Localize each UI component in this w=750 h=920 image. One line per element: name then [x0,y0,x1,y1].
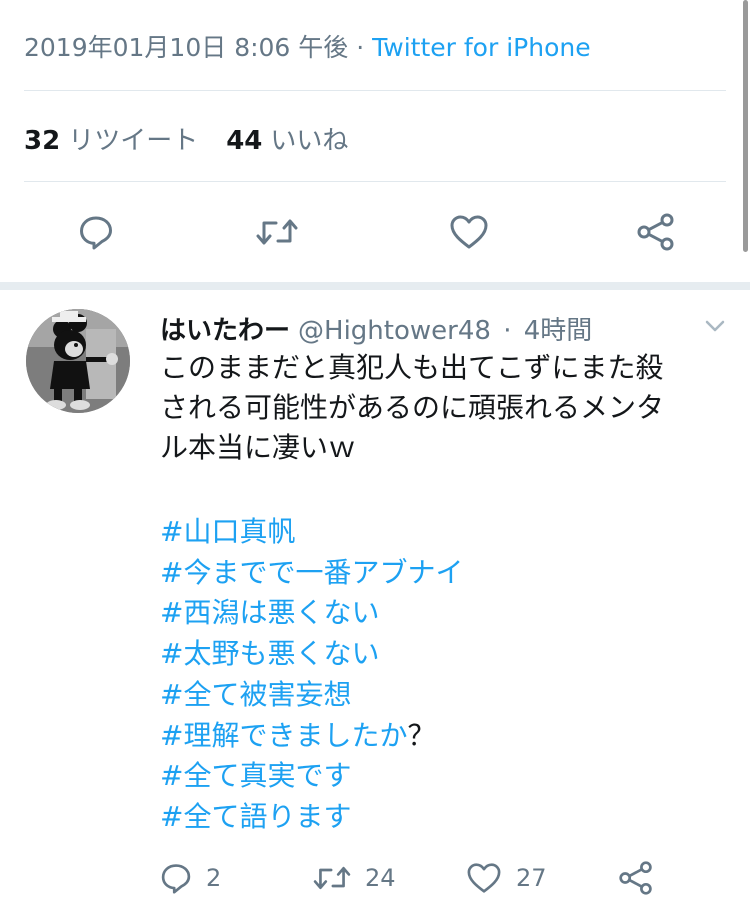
divider [24,90,726,91]
heart-icon [467,863,501,893]
heart-icon [450,215,488,249]
retweet-icon [313,866,351,890]
avatar-image [26,309,130,413]
divider [24,181,726,182]
reply-button[interactable] [78,214,114,250]
tweet-meta: 2019年01月10日 8:06 午後 · Twitter for iPhone [24,28,591,64]
tweet-stats: 32 リツイート 44 いいね [24,120,348,157]
retweets-label: リツイート [68,126,199,156]
like-button[interactable] [449,214,489,250]
question-mark: ？ [407,718,436,752]
tweet-menu-button[interactable] [704,318,726,338]
hashtag-list: #山口真帆 #今までで一番アブナイ #西潟は悪くない #太野も悪くない #全て被… [160,512,463,838]
hashtag-link[interactable]: #全て真実です [160,756,463,797]
section-separator [0,282,750,290]
likes-count: 44 [226,126,263,156]
hashtag-link[interactable]: #理解できましたか [160,719,407,752]
hashtag-link[interactable]: #山口真帆 [160,512,463,553]
retweet-button[interactable] [256,214,298,250]
likes-stat[interactable]: 44 いいね [226,126,348,156]
retweet-count: 24 [365,864,396,892]
tweet-source-link[interactable]: Twitter for iPhone [372,33,590,62]
tweet-datetime: 2019年01月10日 8:06 午後 [24,33,349,62]
hashtag-link[interactable]: #西潟は悪くない [160,593,463,634]
tweet-text-line: このままだと真犯人も出てこずにまた殺 [160,351,664,384]
likes-label: いいね [270,126,349,156]
reply-icon [161,864,191,894]
tweet-text-line: ル本当に凄いｗ [160,431,357,464]
scrollbar[interactable] [743,0,748,252]
hashtag-link[interactable]: #全て語ります [160,797,463,838]
share-icon [619,861,652,895]
retweets-count: 32 [24,126,61,156]
user-handle[interactable]: @Hightower48 [298,316,491,346]
meta-separator: · [356,33,365,62]
tweet-text: このままだと真犯人も出てこずにまた殺 される可能性があるのに頑張れるメンタ ル本… [160,348,730,468]
reply-button[interactable]: 2 [160,862,221,894]
hashtag-link[interactable]: #太野も悪くない [160,634,463,675]
retweet-icon [256,219,298,245]
hashtag-row: #理解できましたか？ [160,716,463,757]
retweet-button[interactable]: 24 [313,862,396,894]
retweets-stat[interactable]: 32 リツイート [24,126,198,156]
reply-header: はいたわー @Hightower48 · 4時間 [160,310,592,347]
share-icon [637,213,674,251]
chevron-down-icon [705,320,725,332]
reply-icon [80,216,112,250]
hashtag-link[interactable]: #全て被害妄想 [160,675,463,716]
like-button[interactable]: 27 [466,862,547,894]
hashtag-link[interactable]: #今までで一番アブナイ [160,553,463,594]
share-button[interactable] [618,860,654,896]
reply-time[interactable]: 4時間 [524,316,593,346]
share-button[interactable] [636,212,676,252]
user-name[interactable]: はいたわー [160,316,290,346]
reply-count: 2 [206,864,222,892]
tweet-text-line: される可能性があるのに頑張れるメンタ [160,391,665,424]
header-separator: · [503,316,512,346]
like-count: 27 [516,864,547,892]
avatar[interactable] [26,309,130,413]
